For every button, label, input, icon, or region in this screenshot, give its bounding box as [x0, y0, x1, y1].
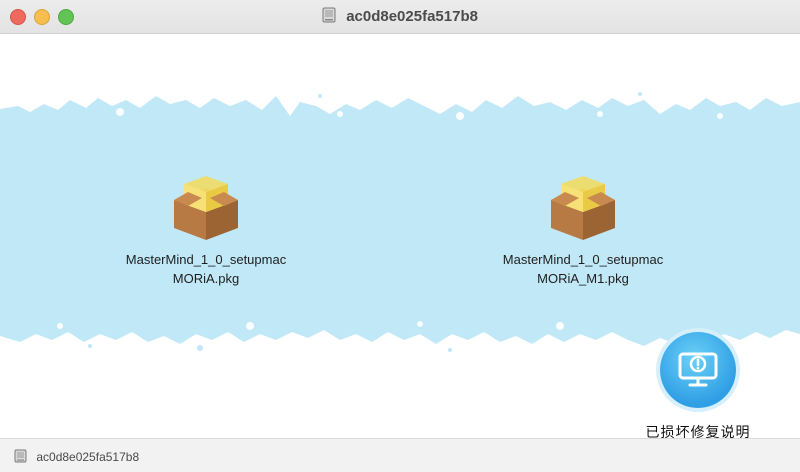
finder-window: ac0d8e025fa517b8 MasterMind_1_0_setupmac… [0, 0, 800, 472]
file-name: MasterMind_1_0_setupmac MORiA_M1.pkg [502, 252, 664, 286]
path-item[interactable]: ac0d8e025fa517b8 [14, 449, 139, 464]
package-icon [174, 176, 238, 240]
monitor-warning-icon [660, 332, 736, 408]
disk-image-icon [322, 7, 336, 23]
disk-image-icon [14, 449, 27, 463]
package-icon [551, 176, 615, 240]
window-title: ac0d8e025fa517b8 [346, 8, 478, 25]
path-bar: ac0d8e025fa517b8 [0, 438, 800, 472]
content-area: MasterMind_1_0_setupmac MORiA.pkg Master… [0, 34, 800, 438]
repair-guide-label: 已损坏修复说明 [645, 424, 751, 438]
window-title-group: ac0d8e025fa517b8 [0, 7, 800, 25]
file-item[interactable]: MasterMind_1_0_setupmac MORiA.pkg [91, 170, 321, 288]
repair-guide-item[interactable]: 已损坏修复说明 [628, 332, 768, 438]
file-name: MasterMind_1_0_setupmac MORiA.pkg [125, 252, 287, 286]
path-label: ac0d8e025fa517b8 [36, 450, 140, 464]
title-bar[interactable]: ac0d8e025fa517b8 [0, 0, 800, 34]
file-item[interactable]: MasterMind_1_0_setupmac MORiA_M1.pkg [468, 170, 698, 288]
